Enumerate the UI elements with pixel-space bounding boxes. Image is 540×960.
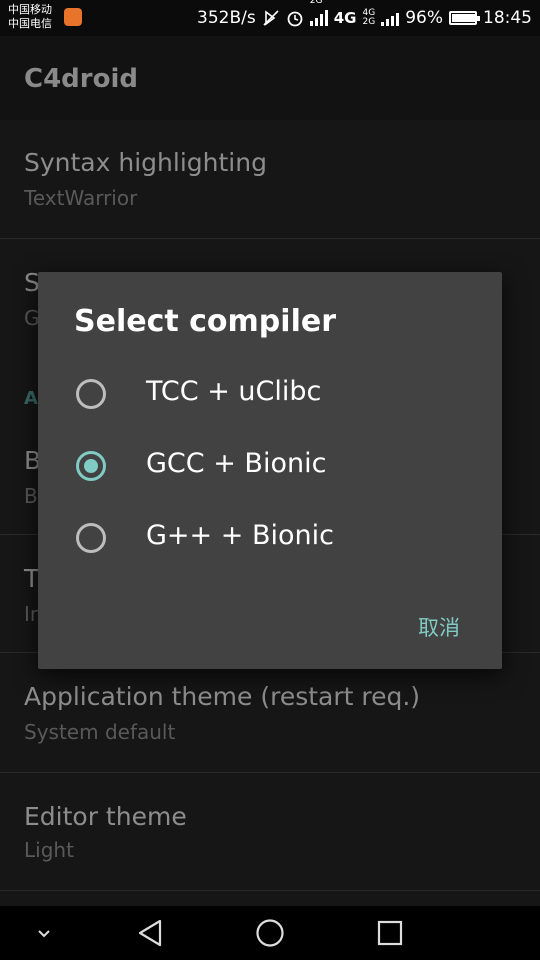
status-bar: 中国移动 中国电信 352B/s 2G 4G 4G 2G 96% 18:45 xyxy=(0,0,540,36)
chevron-down-icon[interactable] xyxy=(24,906,64,960)
option-gpp-bionic[interactable]: G++ + Bionic xyxy=(38,506,502,570)
option-label: TCC + uClibc xyxy=(146,376,322,407)
navigation-bar xyxy=(0,906,540,960)
pref-title: T xyxy=(24,564,40,593)
recents-icon[interactable] xyxy=(368,906,412,960)
pref-title: Application theme (restart req.) xyxy=(24,682,421,711)
pref-value: TextWarrior xyxy=(24,186,138,210)
select-compiler-dialog: Select compiler TCC + uClibc GCC + Bioni… xyxy=(38,272,502,669)
cancel-button[interactable]: 取消 xyxy=(418,612,460,642)
clock: 18:45 xyxy=(483,8,532,28)
pref-title: Editor theme xyxy=(24,802,187,831)
option-tcc-uclibc[interactable]: TCC + uClibc xyxy=(38,362,502,426)
carrier-1: 中国移动 xyxy=(8,3,52,16)
home-icon[interactable] xyxy=(248,906,292,960)
pref-value: B xyxy=(24,484,38,508)
option-label: GCC + Bionic xyxy=(146,448,327,479)
back-icon[interactable] xyxy=(128,906,172,960)
dual-sim-network: 4G 2G xyxy=(363,9,376,27)
battery-icon xyxy=(449,11,480,25)
net-2g-label: 2G xyxy=(309,0,323,6)
signal-strength-2-icon xyxy=(381,10,400,26)
carrier-2: 中国电信 xyxy=(8,17,52,30)
radio-button[interactable] xyxy=(76,379,106,409)
net-2g-small: 2G xyxy=(362,17,376,27)
pref-application-theme[interactable]: Application theme (restart req.) System … xyxy=(0,652,540,773)
notification-app-icon xyxy=(64,8,82,26)
category-header: A xyxy=(24,388,38,409)
pref-title: Syntax highlighting xyxy=(24,148,267,177)
mute-vibrate-icon xyxy=(263,10,279,26)
option-gcc-bionic[interactable]: GCC + Bionic xyxy=(38,434,502,498)
app-title: C4droid xyxy=(24,64,138,94)
alarm-icon xyxy=(287,11,303,27)
pref-syntax-highlighting[interactable]: Syntax highlighting TextWarrior xyxy=(0,120,540,239)
option-label: G++ + Bionic xyxy=(146,520,334,551)
net-4g-label: 4G xyxy=(333,9,357,27)
pref-value: System default xyxy=(24,720,176,744)
signal-strength-icon xyxy=(309,10,328,26)
app-bar: C4droid xyxy=(0,36,540,120)
radio-button[interactable] xyxy=(76,523,106,553)
pref-value: Light xyxy=(24,838,74,862)
pref-editor-theme[interactable]: Editor theme Light xyxy=(0,772,540,891)
net-speed: 352B/s xyxy=(197,8,256,28)
radio-button-checked[interactable] xyxy=(76,451,106,481)
carrier-info: 中国移动 中国电信 xyxy=(8,3,52,31)
dialog-title: Select compiler xyxy=(74,304,336,339)
battery-percent: 96% xyxy=(405,8,443,28)
